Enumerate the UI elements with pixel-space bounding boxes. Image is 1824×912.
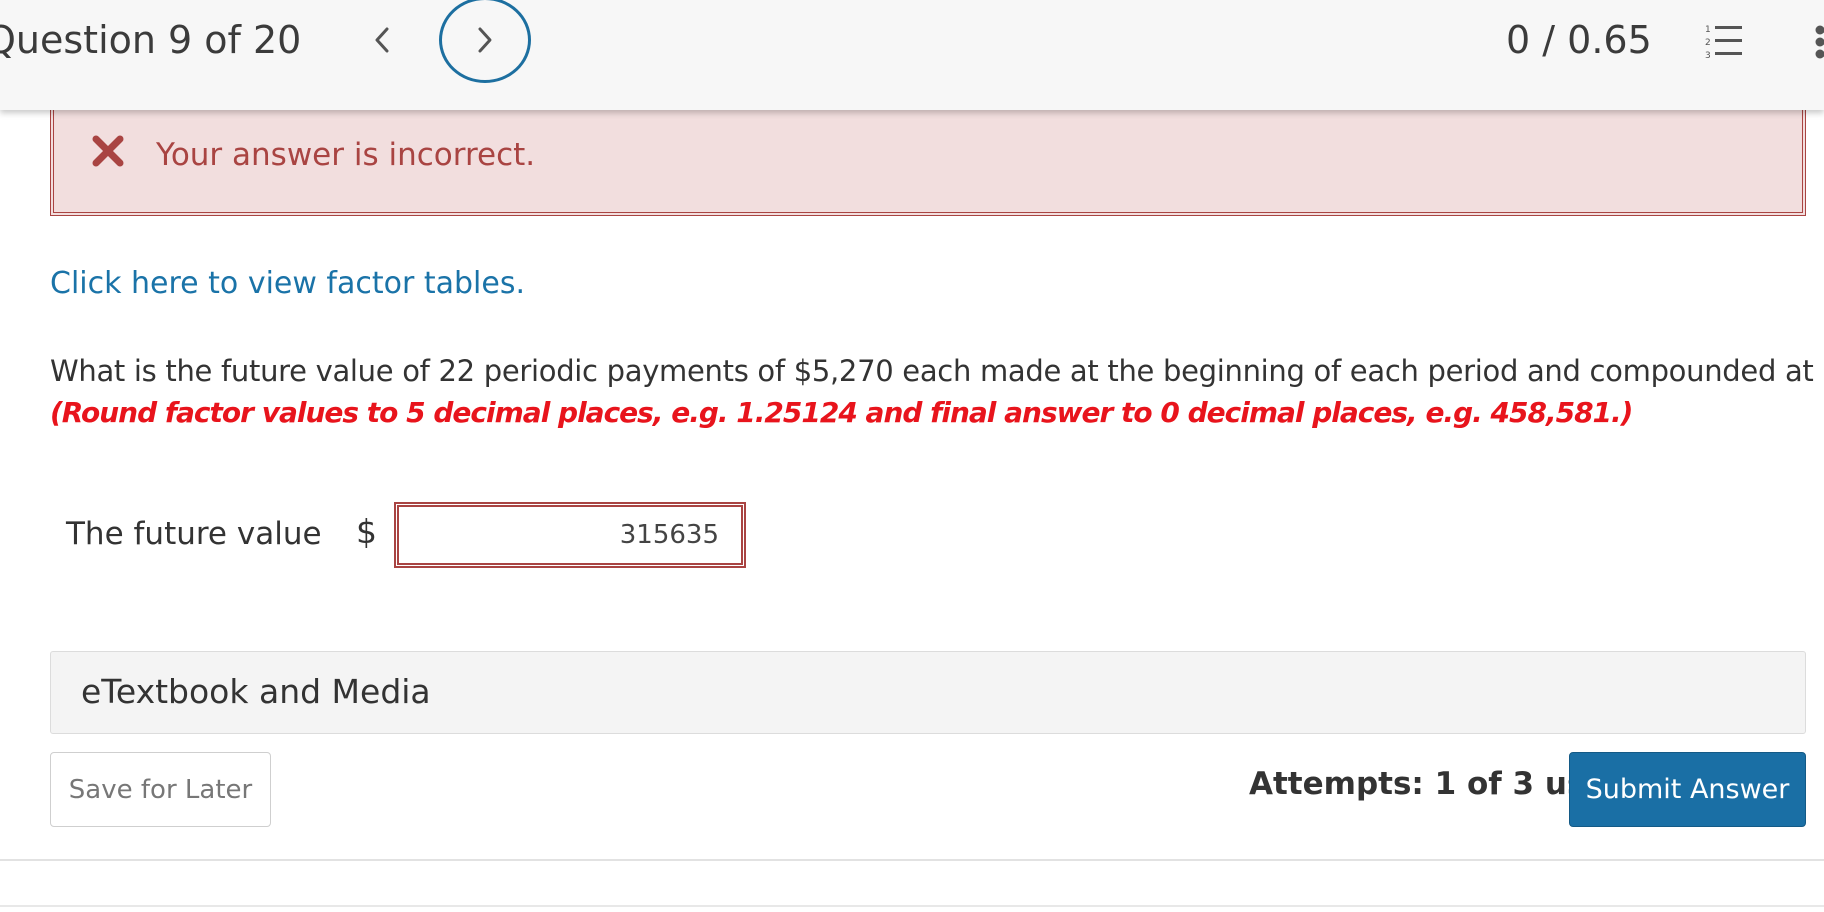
rounding-instruction: (Round factor values to 5 decimal places…	[50, 396, 1633, 429]
future-value-input[interactable]	[399, 507, 741, 563]
svg-text:1: 1	[1705, 25, 1711, 35]
currency-symbol: $	[356, 512, 377, 551]
more-options-button[interactable]	[1812, 22, 1824, 62]
numbered-list-icon: 1 2 3	[1705, 25, 1742, 61]
more-vertical-icon	[1815, 25, 1824, 59]
incorrect-answer-alert: Your answer is incorrect.	[50, 105, 1806, 216]
chevron-right-icon	[478, 27, 492, 53]
submit-answer-button[interactable]: Submit Answer	[1569, 752, 1806, 827]
alert-message: Your answer is incorrect.	[156, 137, 536, 173]
save-for-later-button[interactable]: Save for Later	[50, 752, 271, 827]
question-counter: Question 9 of 20	[0, 18, 302, 62]
footer-divider	[0, 859, 1824, 861]
svg-text:3: 3	[1705, 51, 1711, 61]
question-header: Question 9 of 20 0 / 0.65 1 2 3	[0, 0, 1824, 110]
previous-question-button[interactable]	[360, 18, 404, 62]
bottom-divider	[0, 905, 1824, 907]
score-display: 0 / 0.65	[1506, 18, 1652, 62]
question-list-button[interactable]: 1 2 3	[1704, 22, 1744, 62]
svg-text:2: 2	[1705, 38, 1711, 48]
etextbook-media-label: eTextbook and Media	[81, 672, 431, 711]
factor-tables-link[interactable]: Click here to view factor tables.	[50, 266, 525, 301]
page: Question 9 of 20 0 / 0.65 1 2 3 Your ans…	[0, 0, 1824, 912]
next-question-button[interactable]	[439, 0, 531, 83]
etextbook-media-panel[interactable]: eTextbook and Media	[50, 651, 1806, 734]
future-value-label: The future value	[66, 516, 322, 552]
future-value-field-wrapper	[394, 502, 746, 568]
x-icon	[92, 135, 124, 167]
chevron-left-icon	[375, 27, 389, 53]
question-text: What is the future value of 22 periodic …	[50, 354, 1824, 388]
